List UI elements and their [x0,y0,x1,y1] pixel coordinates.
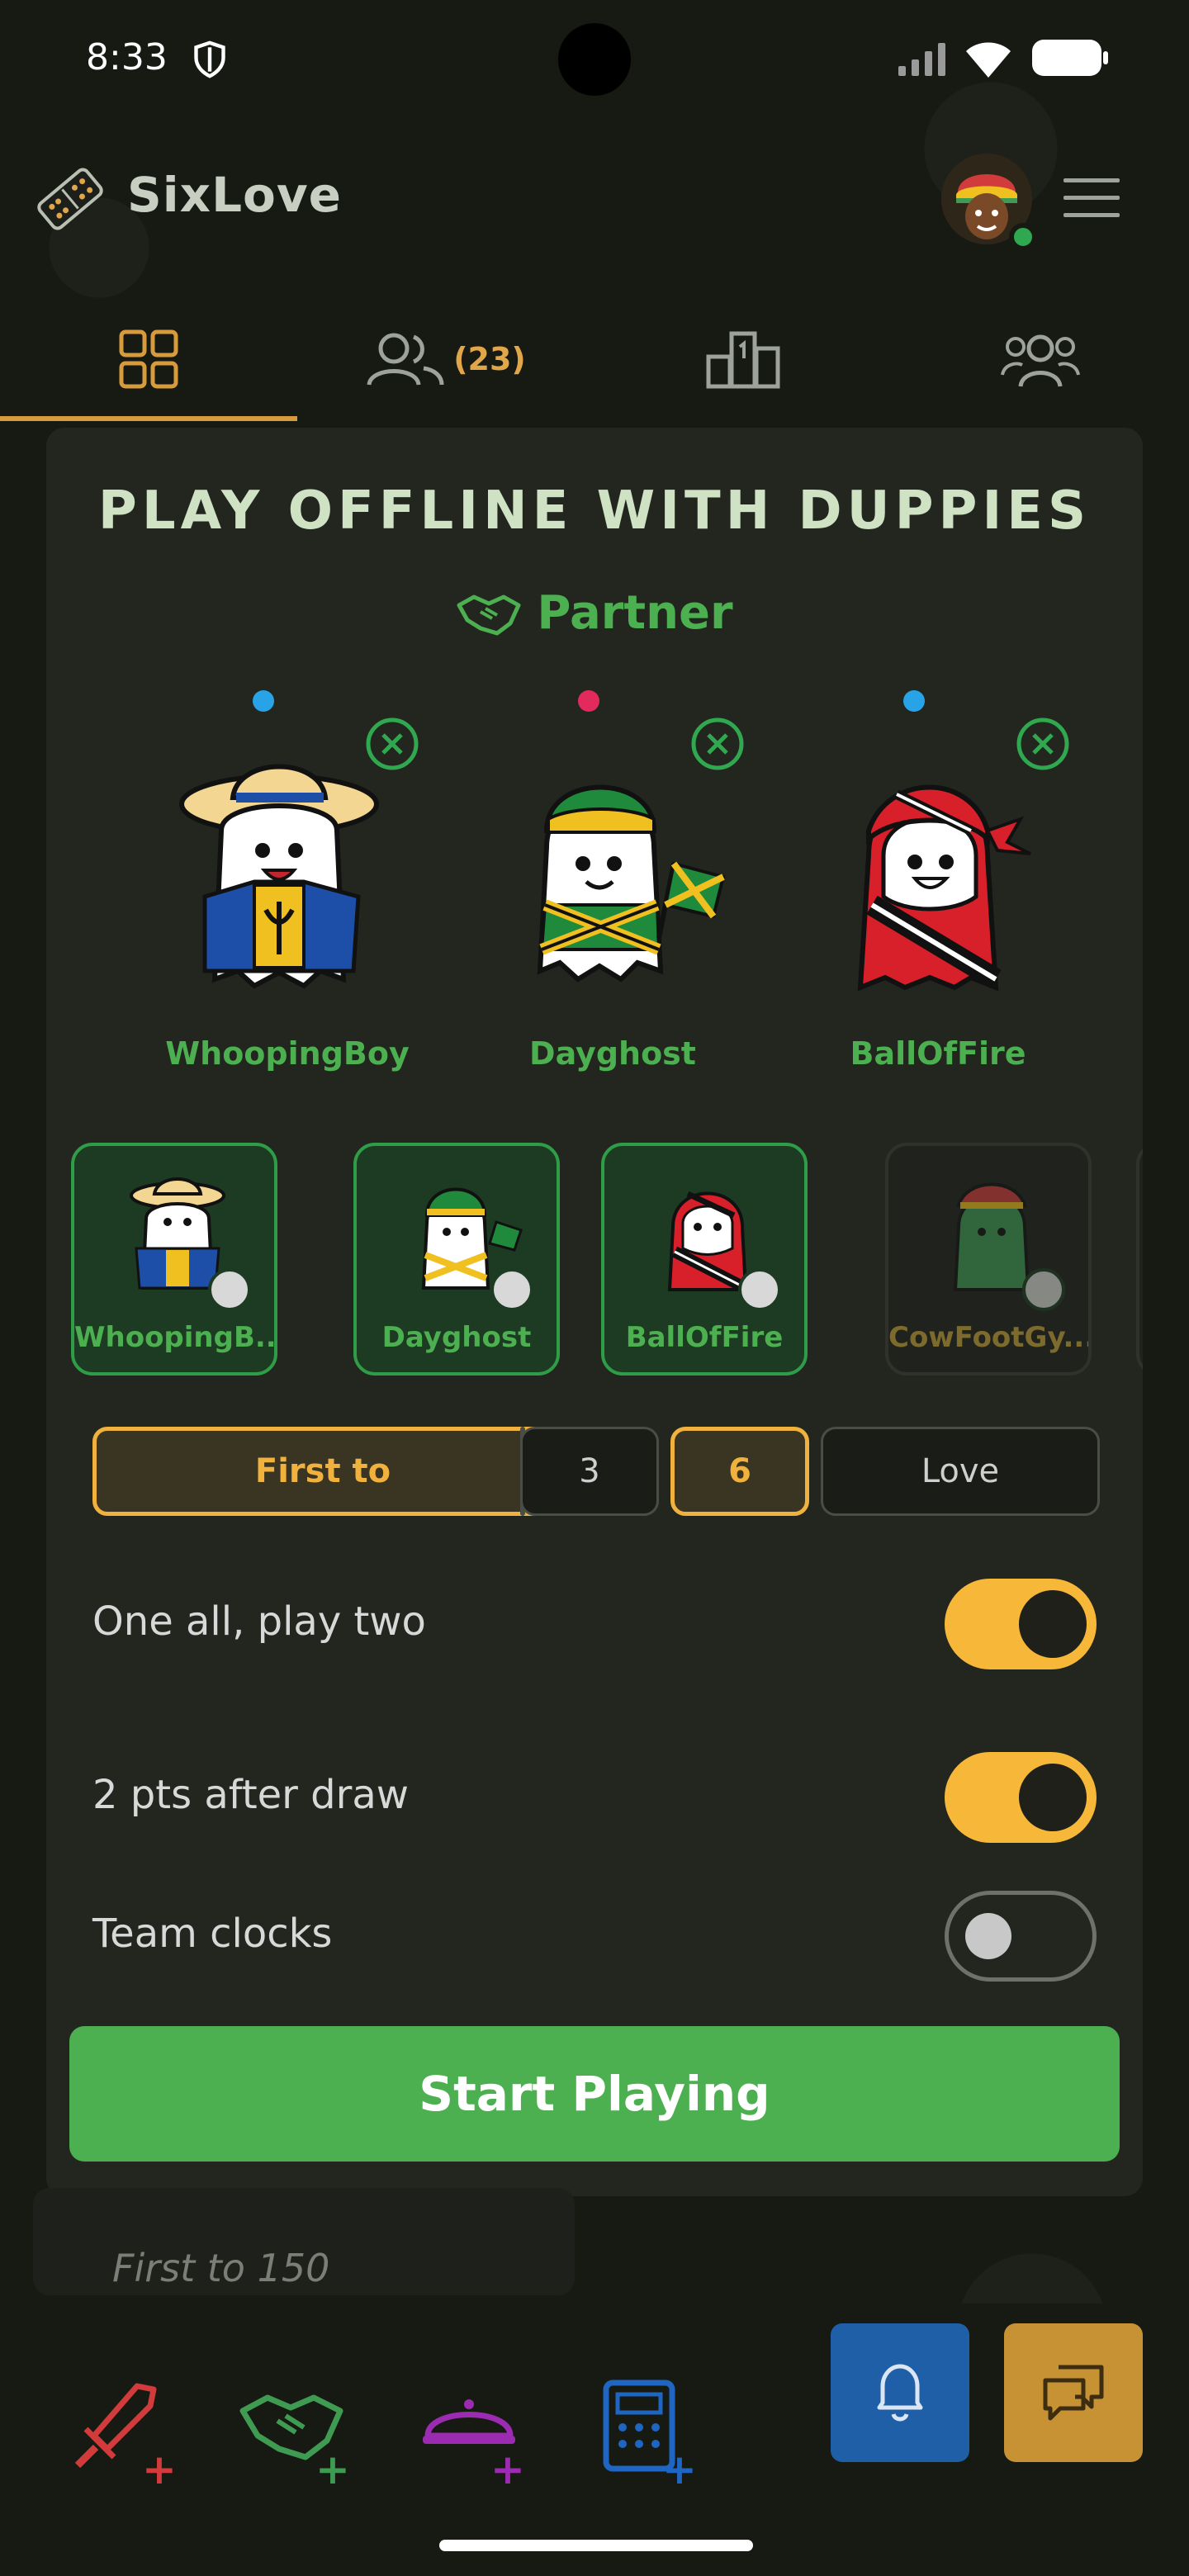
roster-name: BallOfFire [625,1321,784,1354]
ghost-badge-icon [208,1268,251,1311]
tab-leaderboard[interactable] [594,297,892,421]
one-all-play-two-toggle[interactable] [945,1579,1097,1669]
podium-icon [706,331,780,389]
friends-count: (23) [453,341,526,377]
tab-community[interactable] [892,297,1189,421]
dayghost-ghost-image [537,784,726,983]
app-header: SixLove [0,149,1189,251]
shield-icon [194,40,225,78]
chat-button[interactable] [1004,2323,1143,2462]
first-to-option[interactable]: First to [92,1427,553,1516]
toggle-row-one-all: One all, play two [92,1574,1097,1673]
toggle-knob [1019,1764,1087,1831]
online-status-dot [1009,223,1037,251]
battery-icon [1030,38,1110,78]
seat-player-name: BallOfFire [850,1035,1026,1072]
seat-1: WhoopingBoy [155,690,419,1103]
wifi-icon [966,42,1011,78]
tab-friends[interactable]: (23) [297,297,594,421]
ghost-badge-icon [1022,1268,1065,1311]
roster-card-whoopingboy[interactable]: WhoopingB... [71,1143,277,1376]
active-tab-indicator [0,416,297,421]
plus-icon: + [315,2446,350,2493]
new-dish-game-button[interactable]: + [408,2370,557,2518]
toggle-knob [1019,1590,1087,1658]
roster-card-balloffire[interactable]: BallOfFire [601,1143,808,1376]
tab-lobby[interactable] [0,297,297,421]
toggle-label: Team clocks [92,1911,333,1957]
bell-icon [877,2364,923,2422]
game-mode-label: Partner [537,586,733,640]
plus-icon: + [142,2446,177,2493]
plus-icon: + [490,2446,525,2493]
domino-logo-icon[interactable] [33,162,107,236]
new-calculator-game-button[interactable]: + [588,2370,737,2518]
bottom-action-bar: + + + + [0,2304,1189,2576]
plus-icon: + [662,2446,697,2493]
new-partner-game-button[interactable]: + [230,2370,378,2518]
offline-game-setup-card: PLAY OFFLINE WITH DUPPIES Partner Whoopi… [46,428,1143,2196]
score-3-option[interactable]: 3 [520,1427,659,1516]
whoopingboy-ghost-image [179,764,379,989]
hamburger-menu-icon[interactable] [1062,173,1121,223]
duppy-roster-scroller[interactable]: WhoopingB... Dayghost BallOfFire CowFoot… [71,1143,1143,1379]
camera-cutout [558,23,631,96]
team-dot [903,690,925,712]
seat-2: Dayghost [481,690,745,1103]
ghost-badge-icon [490,1268,533,1311]
signal-icon [898,43,945,76]
friends-icon [367,333,444,386]
roster-card-cowfootgy[interactable]: CowFootGy... [885,1143,1092,1376]
roster-name: CowFootGy... [888,1321,1088,1354]
team-dot [578,690,599,712]
chat-icon [1043,2365,1104,2421]
status-bar: 8:33 [0,0,1189,116]
team-clocks-toggle[interactable] [945,1891,1097,1982]
roster-name: WhoopingB... [74,1321,274,1354]
grid-icon [119,329,178,389]
app-title: SixLove [127,167,343,223]
card-title: PLAY OFFLINE WITH DUPPIES [97,481,1092,542]
team-dot [253,690,274,712]
seat-player-name: WhoopingBoy [165,1035,410,1072]
peek-text: First to 150 [112,2246,330,2290]
toggle-label: 2 pts after draw [92,1772,410,1818]
home-indicator[interactable] [439,2540,753,2551]
toggle-knob [965,1913,1011,1959]
love-option[interactable]: Love [821,1427,1100,1516]
notifications-button[interactable] [831,2323,969,2462]
group-icon [1001,334,1080,387]
ghost-badge-icon [738,1268,781,1311]
toggle-row-team-clocks: Team clocks [92,1886,1097,1985]
roster-card-dayghost[interactable]: Dayghost [353,1143,560,1376]
toggle-row-2pts: 2 pts after draw [92,1747,1097,1846]
seat-player-name: Dayghost [529,1035,696,1072]
status-time: 8:33 [86,36,168,78]
new-solo-game-button[interactable]: + [50,2370,198,2518]
toggle-label: One all, play two [92,1598,426,1645]
game-mode-selector[interactable]: Partner [46,586,1143,640]
roster-card-next[interactable] [1136,1143,1143,1376]
balloffire-ghost-image [857,784,1031,992]
game-list-item-peek[interactable]: First to 150 [33,2188,575,2295]
roster-name: Dayghost [381,1321,532,1354]
score-6-option[interactable]: 6 [670,1427,809,1516]
seat-3: BallOfFire [806,690,1070,1103]
two-pts-after-draw-toggle[interactable] [945,1752,1097,1843]
handshake-icon [457,594,521,635]
main-tabs: (23) [0,297,1189,421]
start-playing-button[interactable]: Start Playing [69,2026,1120,2162]
